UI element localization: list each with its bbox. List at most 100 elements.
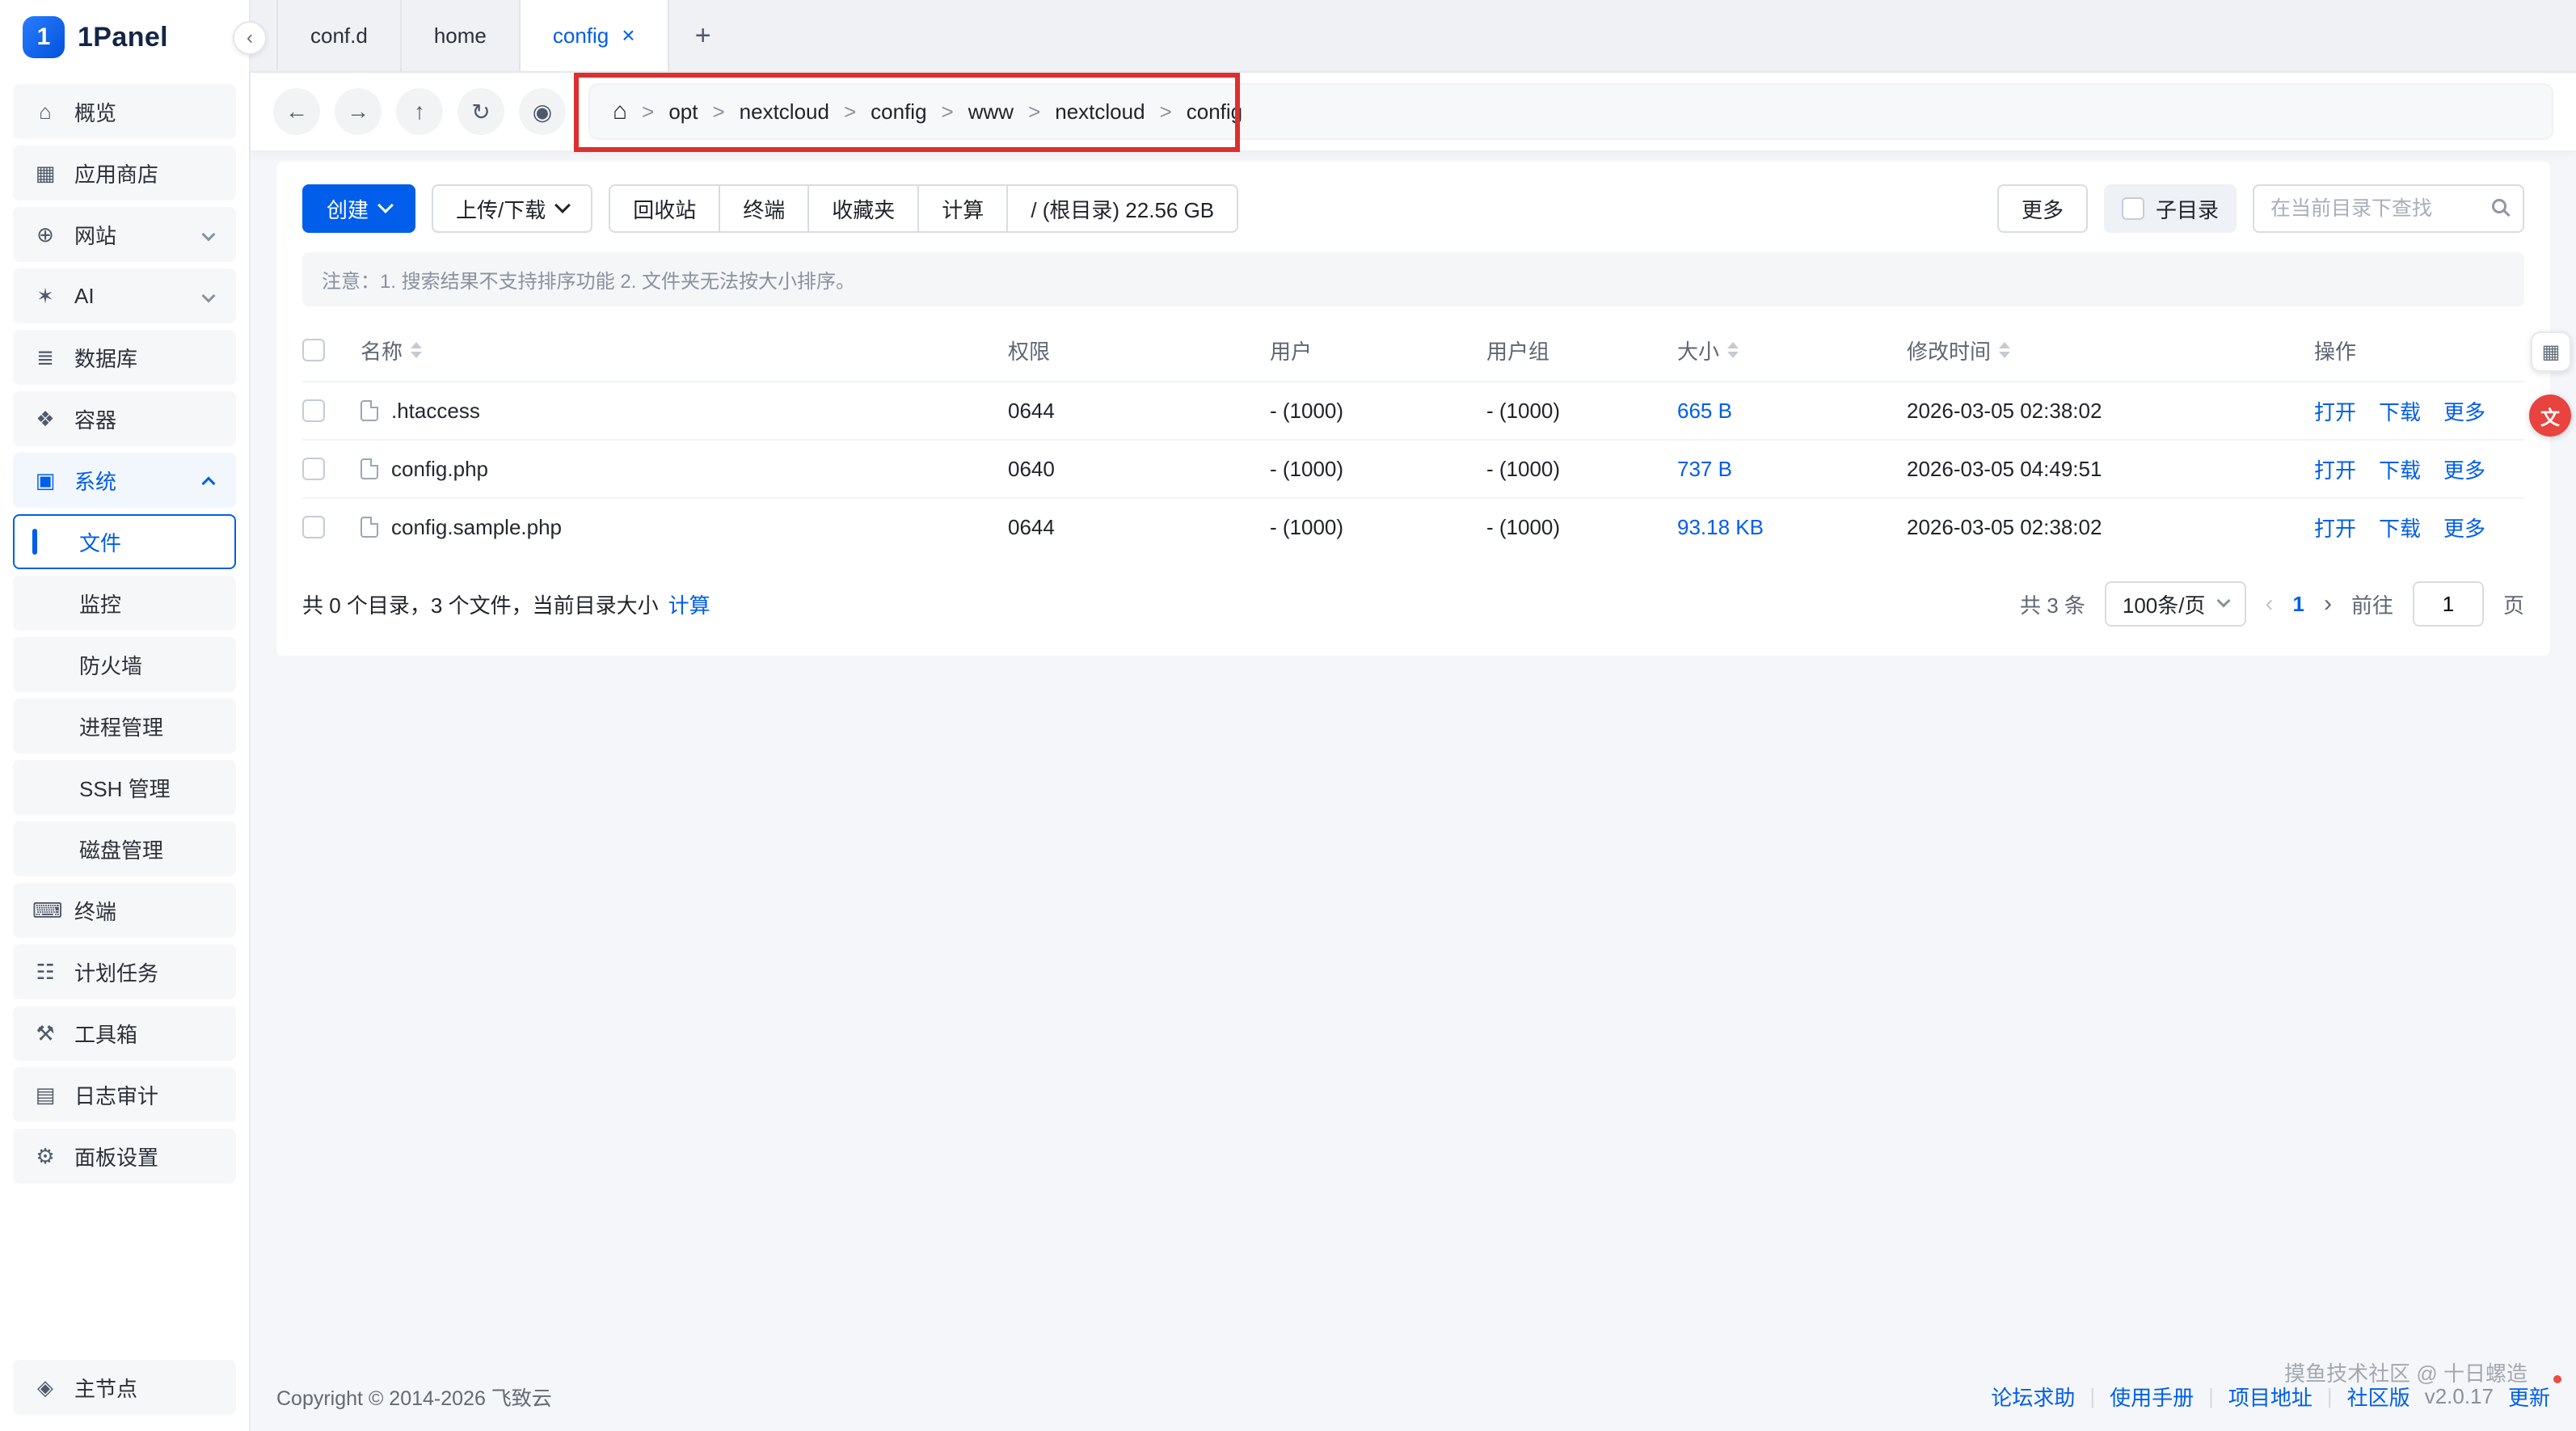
calculate-link[interactable]: 计算 <box>668 589 710 619</box>
project-repo-link[interactable]: 项目地址 <box>2228 1382 2312 1412</box>
row-checkbox[interactable] <box>302 516 325 538</box>
sidebar-item-ai[interactable]: ✶ AI <box>13 268 236 323</box>
more-action-link[interactable]: 更多 <box>2443 396 2485 426</box>
calculate-button[interactable]: 计算 <box>917 184 1008 233</box>
translate-widget-icon[interactable]: 文 <box>2529 395 2571 437</box>
sidebar-item-toolbox[interactable]: ⚒ 工具箱 <box>13 1006 236 1061</box>
sidebar-item-terminal[interactable]: ⌨ 终端 <box>13 883 236 938</box>
prev-page-button[interactable]: ‹ <box>2266 590 2274 618</box>
button-label: 终端 <box>743 194 785 224</box>
user-manual-link[interactable]: 使用手册 <box>2110 1382 2194 1412</box>
forum-help-link[interactable]: 论坛求助 <box>1991 1382 2075 1412</box>
floating-grid-widget-icon[interactable]: ▦ <box>2531 331 2571 372</box>
more-action-link[interactable]: 更多 <box>2443 513 2485 542</box>
file-size-link[interactable]: 665 B <box>1677 399 1732 423</box>
brand-name: 1Panel <box>78 22 168 53</box>
sidebar-item-app-store[interactable]: ▦ 应用商店 <box>13 146 236 201</box>
file-name-link[interactable]: config.sample.php <box>391 515 562 540</box>
more-button[interactable]: 更多 <box>1997 184 2088 233</box>
breadcrumb-segment[interactable]: www <box>968 99 1014 125</box>
tab-bar: conf.d × home × config × + <box>251 0 2576 73</box>
brand-logo[interactable]: 1 1Panel <box>0 0 249 74</box>
open-action-link[interactable]: 打开 <box>2314 513 2356 542</box>
permission-header: 权限 <box>1008 336 1270 365</box>
sidebar-item-cronjob[interactable]: ☷ 计划任务 <box>13 944 236 999</box>
sidebar-item-files[interactable]: 文件 <box>13 514 236 569</box>
sort-name-header[interactable]: 名称 <box>360 336 1008 365</box>
sidebar-item-database[interactable]: ≣ 数据库 <box>13 330 236 385</box>
sidebar-item-container[interactable]: ❖ 容器 <box>13 391 236 446</box>
favorites-button[interactable]: 收藏夹 <box>807 184 919 233</box>
upload-download-button[interactable]: 上传/下载 <box>432 184 592 233</box>
home-icon[interactable]: ⌂ <box>613 98 627 125</box>
nav-icon-glyph: ↑ <box>414 99 425 125</box>
update-link[interactable]: 更新 <box>2508 1386 2550 1410</box>
sidebar-item-ssh[interactable]: SSH 管理 <box>13 760 236 815</box>
download-action-link[interactable]: 下载 <box>2379 454 2421 484</box>
preview-eye-icon[interactable]: ◉ <box>519 88 566 135</box>
file-table: 名称 权限 用户 用户组 大小 修改时间 <box>302 319 2524 555</box>
subdirectory-checkbox[interactable] <box>2122 197 2144 220</box>
sort-mtime-header[interactable]: 修改时间 <box>1907 336 2314 365</box>
sidebar-item-label: 主节点 <box>74 1373 217 1403</box>
sidebar-item-monitor[interactable]: 监控 <box>13 576 236 631</box>
cell-permission: 0640 <box>1008 457 1270 482</box>
file-size-link[interactable]: 737 B <box>1677 457 1732 481</box>
open-action-link[interactable]: 打开 <box>2314 454 2356 484</box>
current-page-button[interactable]: 1 <box>2293 592 2304 617</box>
breadcrumb-segment[interactable]: nextcloud <box>740 99 829 125</box>
ai-icon: ✶ <box>32 284 58 309</box>
add-tab-button[interactable]: + <box>669 0 737 71</box>
chevron-down-icon <box>554 197 571 213</box>
search-input[interactable] <box>2253 184 2524 233</box>
sidebar-item-overview[interactable]: ⌂ 概览 <box>13 84 236 139</box>
sidebar-item-process[interactable]: 进程管理 <box>13 699 236 753</box>
create-button[interactable]: 创建 <box>302 184 415 233</box>
sidebar-item-panel-settings[interactable]: ⚙ 面板设置 <box>13 1129 236 1184</box>
refresh-icon[interactable]: ↻ <box>457 88 504 135</box>
open-action-link[interactable]: 打开 <box>2314 396 2356 426</box>
sort-size-header[interactable]: 大小 <box>1677 336 1907 365</box>
page-size-select[interactable]: 100条/页 <box>2105 581 2246 627</box>
download-action-link[interactable]: 下载 <box>2379 513 2421 542</box>
sidebar-item-website[interactable]: ⊕ 网站 <box>13 207 236 262</box>
subdirectory-toggle[interactable]: 子目录 <box>2104 184 2237 233</box>
select-all-checkbox[interactable] <box>302 339 325 361</box>
navigation-toolbar: ← → ↑ ↻ ◉ ⌂ <box>251 73 2576 152</box>
breadcrumb-segment[interactable]: config <box>871 99 926 125</box>
recycle-bin-button[interactable]: 回收站 <box>609 184 720 233</box>
sidebar-item-firewall[interactable]: 防火墙 <box>13 637 236 692</box>
breadcrumb-segment[interactable]: nextcloud <box>1055 99 1145 125</box>
sidebar-collapse-button[interactable]: ‹ <box>233 21 267 55</box>
forward-icon[interactable]: → <box>335 88 382 135</box>
back-icon[interactable]: ← <box>273 88 320 135</box>
button-label: 收藏夹 <box>832 194 895 224</box>
tab[interactable]: home × <box>402 0 521 71</box>
sidebar-item-master-node[interactable]: ◈ 主节点 <box>13 1360 236 1415</box>
tab[interactable]: conf.d × <box>276 0 402 71</box>
row-checkbox[interactable] <box>302 458 325 480</box>
tab-close-icon[interactable]: × <box>622 24 635 47</box>
sidebar-item-system[interactable]: ▣ 系统 <box>13 453 236 508</box>
sidebar-item-log-audit[interactable]: ▤ 日志审计 <box>13 1067 236 1122</box>
terminal-button[interactable]: 终端 <box>719 184 809 233</box>
next-page-button[interactable]: › <box>2324 590 2332 618</box>
sidebar-item-disk[interactable]: 磁盘管理 <box>13 821 236 876</box>
file-size-link[interactable]: 93.18 KB <box>1677 515 1764 539</box>
goto-page-input[interactable] <box>2413 581 2484 627</box>
breadcrumb-segment[interactable]: opt <box>668 99 698 125</box>
row-checkbox[interactable] <box>302 399 325 422</box>
up-icon[interactable]: ↑ <box>396 88 443 135</box>
tab[interactable]: config × <box>521 0 669 71</box>
edition-link[interactable]: 社区版 <box>2347 1382 2410 1412</box>
sidebar-item-label: AI <box>74 284 188 309</box>
download-action-link[interactable]: 下载 <box>2379 396 2421 426</box>
tab-label: conf.d <box>310 23 368 49</box>
breadcrumb-segment[interactable]: config <box>1187 99 1242 125</box>
sidebar: 1 1Panel ⌂ 概览 ▦ 应用商店 ⊕ 网站 <box>0 0 251 1431</box>
page-unit-label: 页 <box>2503 589 2524 619</box>
more-action-link[interactable]: 更多 <box>2443 454 2485 484</box>
nav-icon-glyph: ◉ <box>533 99 552 125</box>
file-name-link[interactable]: .htaccess <box>391 399 480 424</box>
file-name-link[interactable]: config.php <box>391 457 488 482</box>
